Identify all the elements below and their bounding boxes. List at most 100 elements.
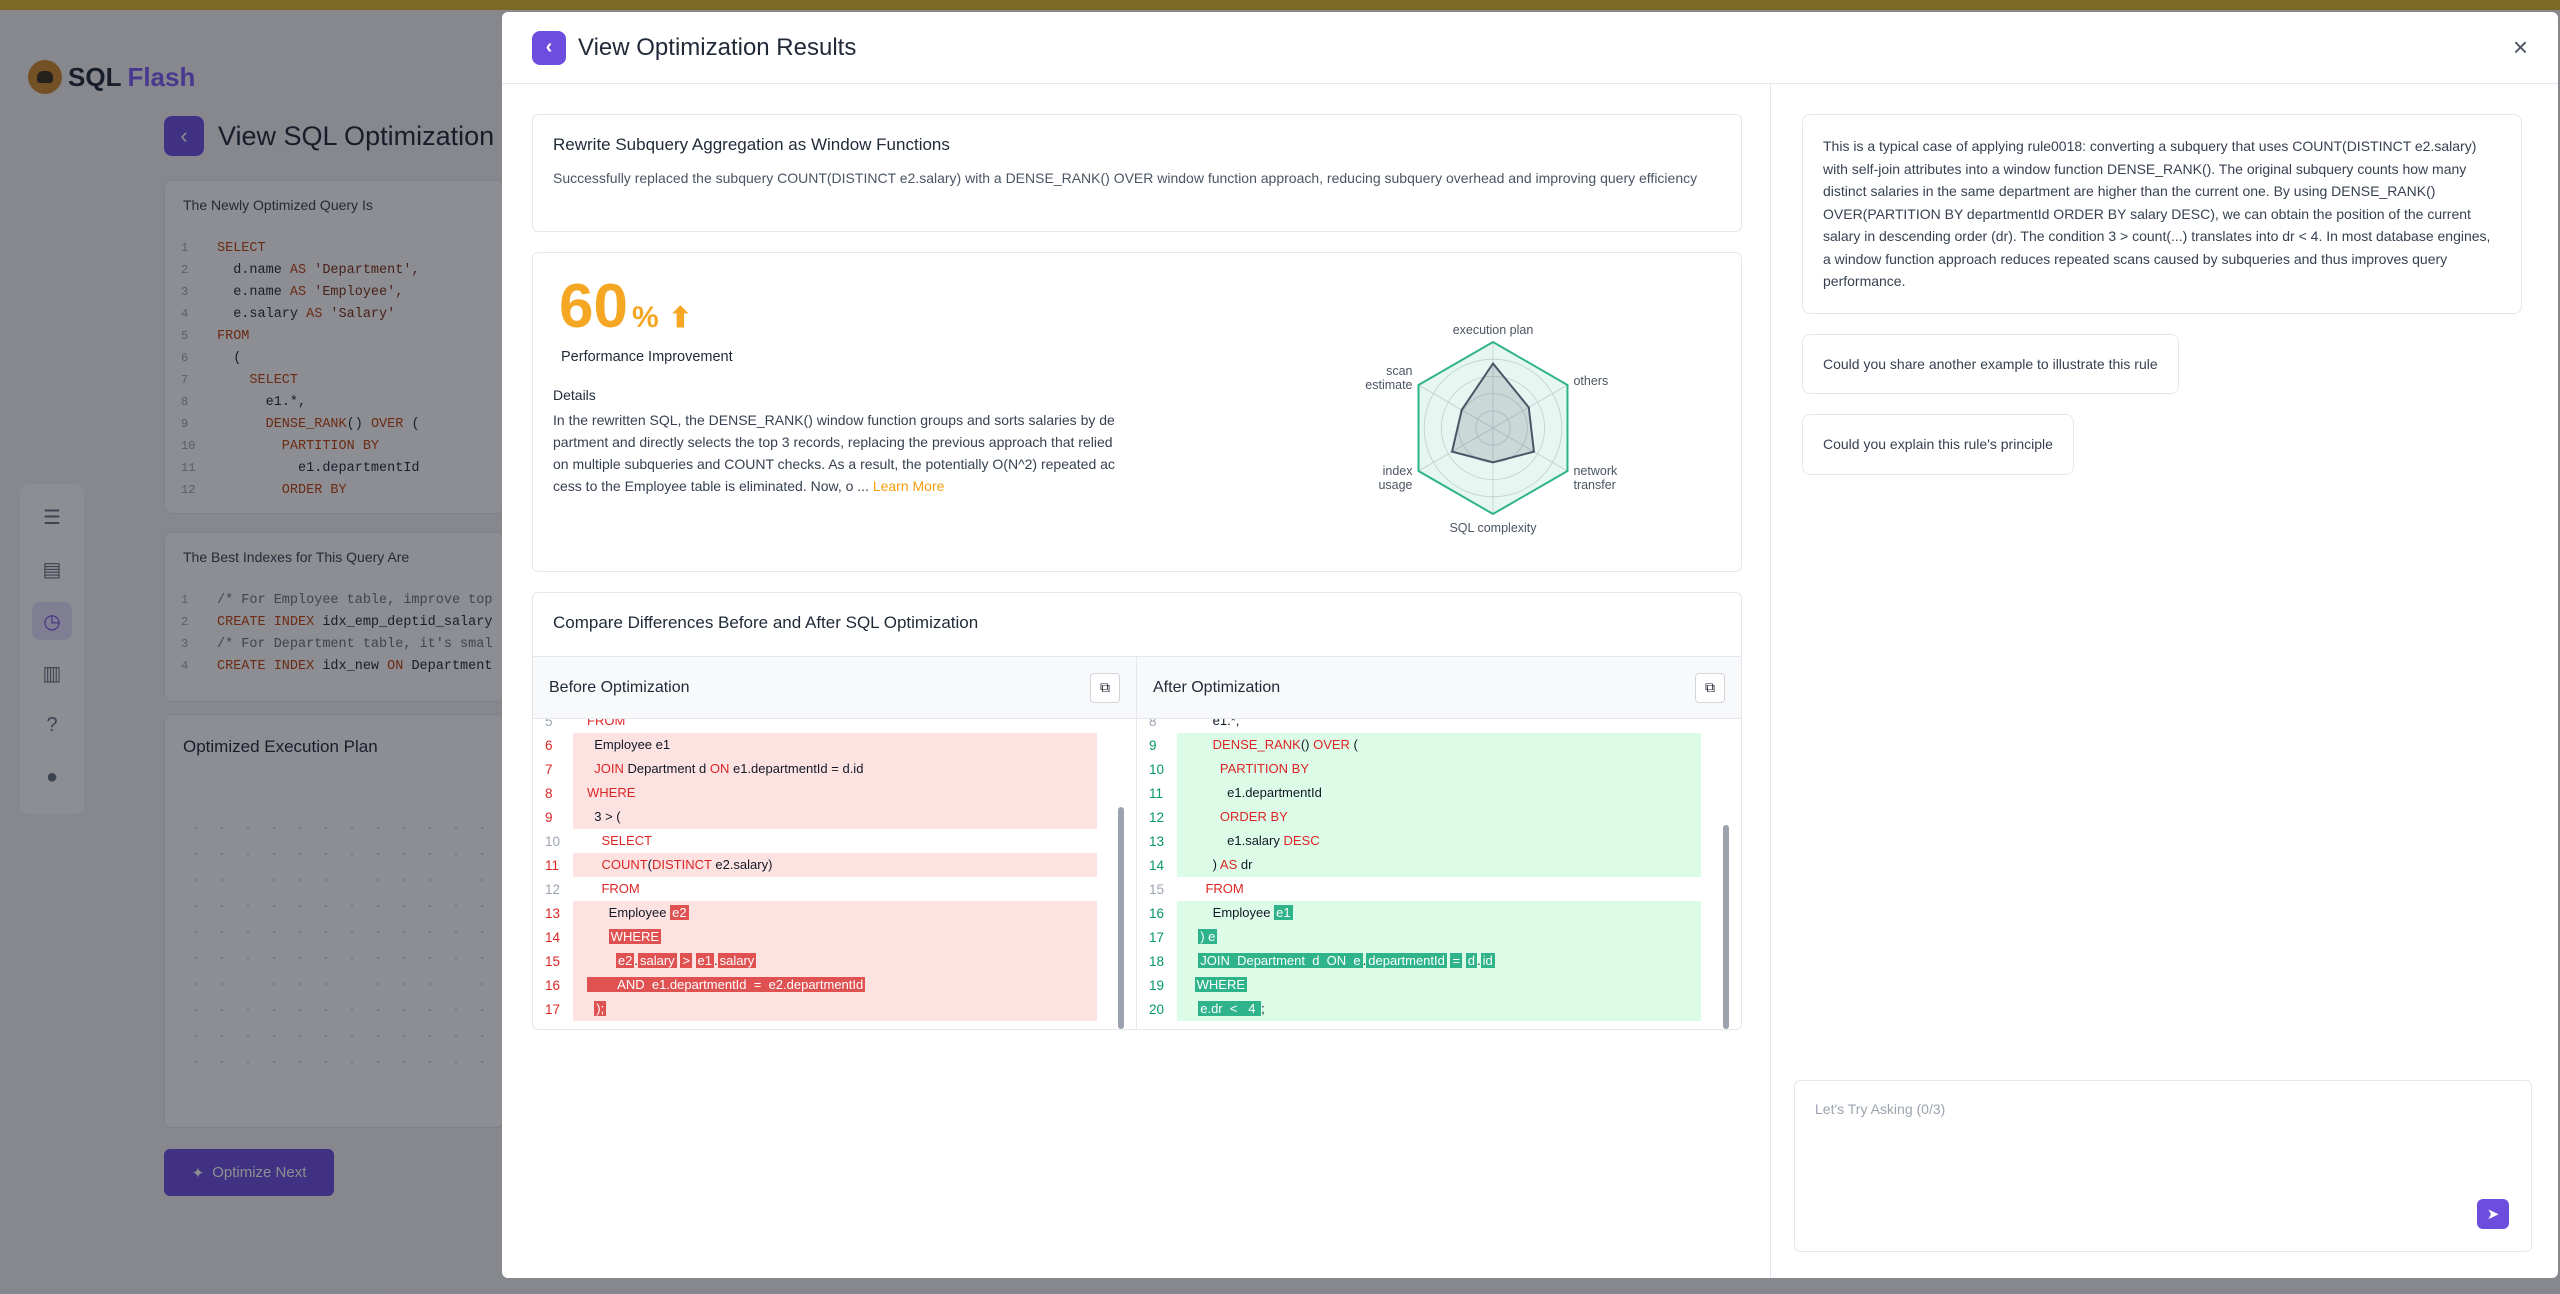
radar-axis-label-line: estimate (1365, 378, 1412, 392)
learn-more-link[interactable]: Learn More (873, 478, 945, 494)
line-text: WHERE (573, 781, 1097, 805)
code-token: Department d (623, 761, 710, 776)
suggestion-example[interactable]: Could you share another example to illus… (1802, 333, 2179, 394)
code-token: ; (1261, 1001, 1265, 1016)
radar-axis-label-line: usage (1378, 478, 1412, 492)
line-number: 8 (1149, 719, 1157, 729)
code-token: e1 (1274, 905, 1293, 920)
radar-axis-label: index usage (1378, 464, 1413, 492)
radar-axis-label-line: network (1573, 464, 1618, 478)
code-token: COUNT (601, 857, 648, 872)
code-token: OVER (1313, 737, 1350, 752)
line-number: 11 (1149, 785, 1164, 801)
code-token: dr (1237, 857, 1253, 872)
line-number: 16 (545, 977, 561, 993)
line-text: e1.*, (1177, 719, 1701, 733)
code-token: FROM (587, 719, 626, 728)
diff-line: 14 WHERE (533, 925, 1097, 949)
code-token: ORDER BY (1219, 809, 1288, 824)
code-token: ); (594, 1001, 607, 1016)
code-token: = (1450, 953, 1463, 968)
optimization-results-modal: ‹ View Optimization Results × Rewrite Su… (502, 12, 2558, 1278)
results-column: Rewrite Subquery Aggregation as Window F… (532, 114, 1742, 1030)
compare-card: Compare Differences Before and After SQL… (532, 592, 1742, 1030)
rule-description: Successfully replaced the subquery COUNT… (553, 170, 1698, 186)
line-number: 9 (1149, 737, 1157, 753)
diff-line: 11 COUNT(DISTINCT e2.salary) (533, 853, 1097, 877)
code-token: e1.departmentId = d.id (729, 761, 864, 776)
details-title: Details (553, 387, 596, 403)
code-token: e2 (670, 905, 689, 920)
diff-line: 16 AND e1.departmentId = e2.departmentId (533, 973, 1097, 997)
code-token: SELECT (587, 833, 653, 848)
line-number: 8 (545, 785, 553, 801)
before-label: Before Optimization (549, 678, 690, 696)
back-button[interactable]: ‹ (532, 30, 566, 65)
diff-line: 6 Employee e1 (533, 733, 1097, 757)
send-icon[interactable]: ➤ (2477, 1199, 2509, 1229)
after-scrollbar[interactable] (1723, 825, 1729, 1029)
line-text: FROM (1177, 877, 1701, 901)
line-number: 15 (1149, 881, 1165, 897)
code-token: WHERE (1194, 977, 1248, 992)
chat-column: This is a typical case of applying rule0… (1802, 114, 2522, 475)
details-text: In the rewritten SQL, the DENSE_RANK() w… (553, 409, 1115, 497)
code-token: ON (709, 761, 730, 776)
line-text: JOIN Department d ON e1.departmentId = d… (573, 757, 1097, 781)
radar-axis-label: network transfer (1573, 464, 1618, 492)
before-scrollbar[interactable] (1118, 807, 1124, 1029)
code-token: PARTITION BY (1219, 761, 1309, 776)
after-code[interactable]: 8 e1.*, 9 DENSE_RANK() OVER (10 PARTITION… (1137, 719, 1741, 1029)
line-text: WHERE (1177, 973, 1701, 997)
line-number: 11 (545, 857, 560, 873)
line-text: FROM (573, 719, 1097, 733)
radar-axis-label-line: others (1573, 374, 1608, 388)
suggestion-principle[interactable]: Could you explain this rule's principle (1802, 414, 2074, 475)
radar-axis-label: SQL complexity (1449, 521, 1537, 535)
line-text: ); (573, 997, 1097, 1021)
radar-axis-label-line: execution plan (1453, 323, 1534, 337)
code-token: DISTINCT (652, 857, 712, 872)
performance-unit: % (631, 301, 659, 334)
code-token: ) (1191, 857, 1220, 872)
ask-input[interactable]: Let's Try Asking (0/3) ➤ (1794, 1080, 2532, 1252)
code-token: e1.*, (1191, 719, 1240, 728)
after-pane: After Optimization ⧉ 8 e1.*, 9 DENSE_RANK… (1137, 657, 1741, 1029)
line-number: 7 (545, 761, 553, 777)
line-text: AND e1.departmentId = e2.departmentId (573, 973, 1097, 997)
performance-radar-chart: execution plan others network transfer SQL c… (1365, 323, 1618, 535)
copy-icon[interactable]: ⧉ (1695, 672, 1725, 703)
code-token: DENSE_RANK (1212, 737, 1301, 752)
line-text: Employee e1 (1177, 901, 1701, 925)
diff-line: 10 SELECT (533, 829, 1097, 853)
code-token: Employee e1 (587, 737, 671, 752)
copy-icon[interactable]: ⧉ (1090, 672, 1120, 703)
code-token: departmentId (1366, 953, 1447, 968)
line-number: 15 (545, 953, 561, 969)
column-divider (1770, 84, 1771, 1278)
line-number: 9 (545, 809, 553, 825)
line-text: 3 > ( (573, 805, 1097, 829)
line-text: COUNT(DISTINCT e2.salary) (573, 853, 1097, 877)
line-number: 13 (545, 905, 561, 921)
code-token: FROM (587, 881, 640, 896)
radar-axis-label-line: SQL complexity (1449, 521, 1537, 535)
code-token: Employee (1191, 905, 1275, 920)
line-number: 5 (545, 719, 553, 729)
arrow-up-icon: ⬆ (668, 302, 693, 333)
details-body: In the rewritten SQL, the DENSE_RANK() w… (553, 412, 1115, 494)
code-token: ) e (1198, 929, 1218, 944)
diff-line: 17 ) e (1137, 925, 1701, 949)
before-pane: Before Optimization ⧉ 5 FROM 6 Employee e1… (533, 657, 1137, 1029)
line-text: SELECT (573, 829, 1097, 853)
line-text: ) AS dr (1177, 853, 1701, 877)
line-number: 13 (1149, 833, 1165, 849)
close-icon[interactable]: × (2513, 32, 2528, 63)
before-code[interactable]: 5 FROM 6 Employee e1 7 JOIN Department d ON… (533, 719, 1136, 1029)
diff-line: 14 ) AS dr (1137, 853, 1701, 877)
code-token: JOIN Department d ON e (1198, 953, 1363, 968)
